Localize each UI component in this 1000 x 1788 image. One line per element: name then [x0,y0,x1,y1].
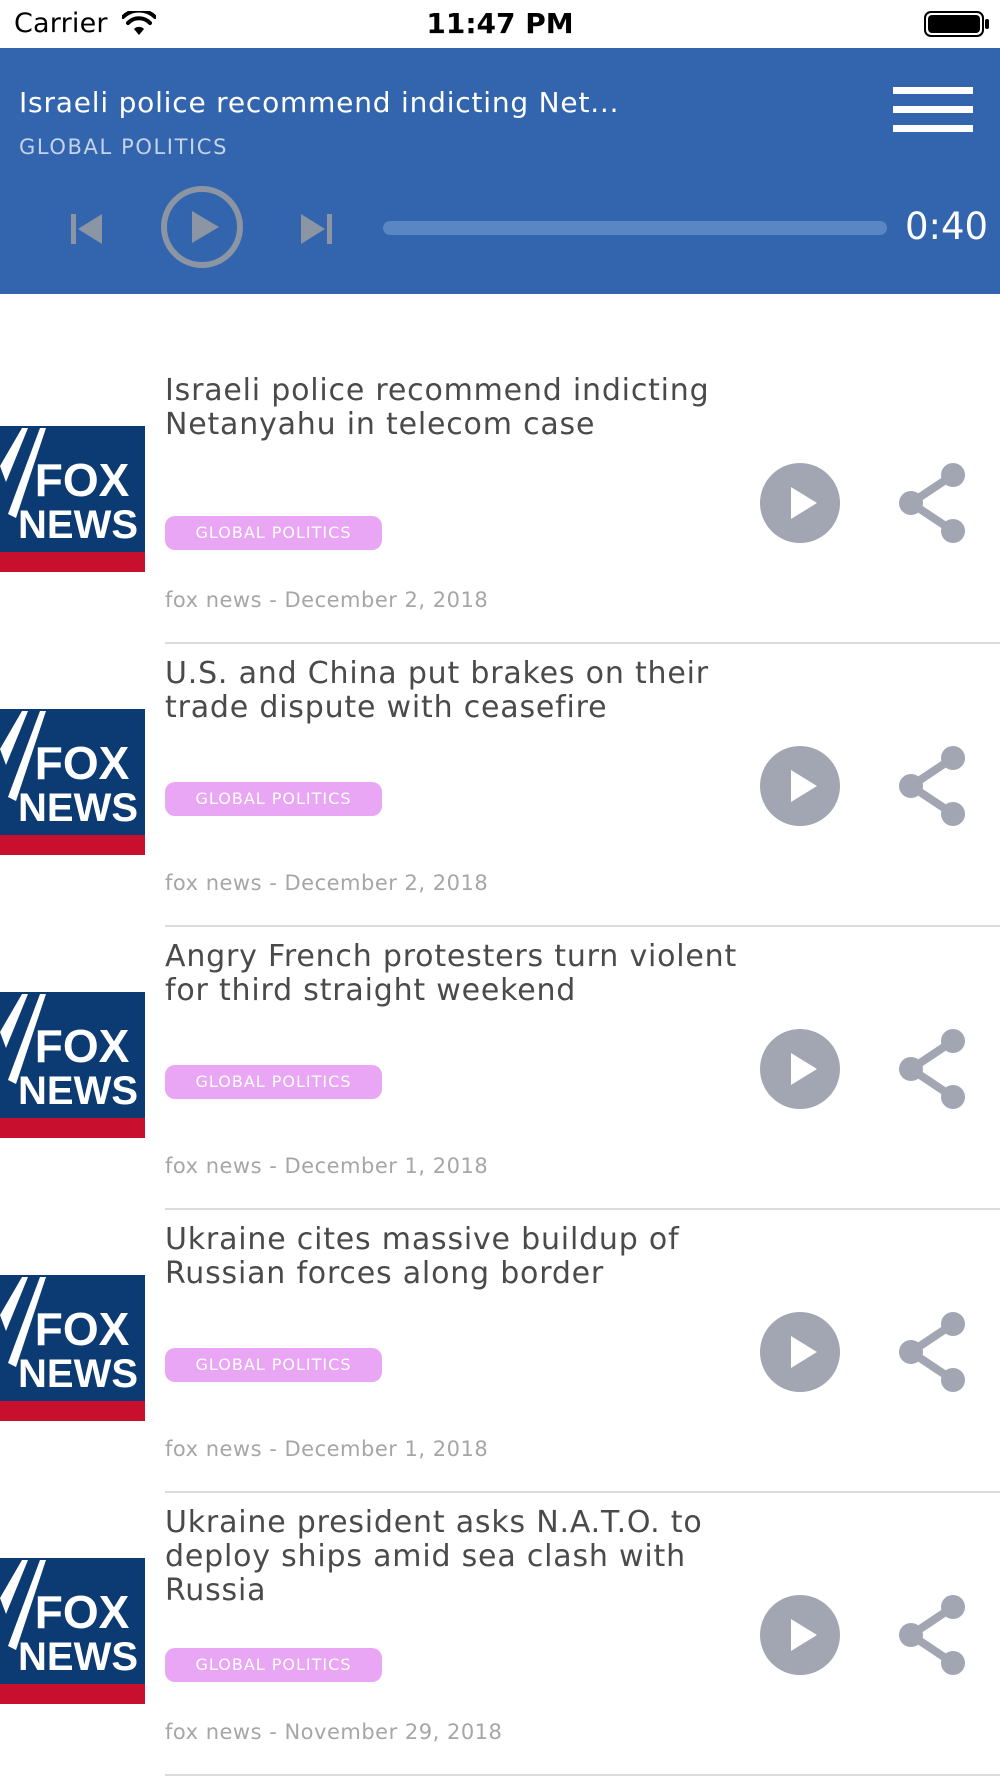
fox-news-logo: FOX NEWS [0,709,145,855]
hamburger-menu-icon[interactable] [893,87,973,135]
divider [165,642,1000,644]
divider [165,925,1000,927]
category-badge: GLOBAL POLITICS [165,516,382,550]
fox-news-logo: FOX NEWS [0,1275,145,1421]
divider [165,1774,1000,1776]
share-icon[interactable] [895,1311,971,1393]
status-time: 11:47 PM [426,7,574,40]
status-bar: Carrier 11:47 PM [0,0,1000,48]
battery-icon [924,11,989,37]
news-item[interactable]: FOX NEWS Ukraine cites massive buildup o… [0,1223,1000,1505]
news-title[interactable]: Israeli police recommend indicting Netan… [165,374,745,442]
news-title[interactable]: Ukraine cites massive buildup of Russian… [165,1223,745,1291]
share-icon[interactable] [895,462,971,544]
svg-text:NEWS: NEWS [18,1352,138,1396]
play-icon[interactable] [759,745,841,827]
share-icon[interactable] [895,1028,971,1110]
news-meta: fox news - November 29, 2018 [165,1720,503,1744]
play-icon[interactable] [759,462,841,544]
svg-text:FOX: FOX [35,1586,130,1638]
progress-slider[interactable] [383,221,887,235]
fox-news-logo: FOX NEWS [0,992,145,1138]
fox-news-logo: FOX NEWS [0,426,145,572]
fox-news-logo: FOX NEWS [0,1558,145,1704]
play-icon[interactable] [759,1028,841,1110]
svg-text:FOX: FOX [35,454,130,506]
news-title[interactable]: U.S. and China put brakes on their trade… [165,657,745,725]
now-playing-header: Israeli police recommend indicting Net..… [0,48,1000,294]
news-item[interactable]: FOX NEWS Angry French protesters turn vi… [0,940,1000,1222]
skip-next-icon[interactable] [295,208,337,250]
play-icon[interactable] [759,1311,841,1393]
news-item[interactable]: FOX NEWS Israeli police recommend indict… [0,374,1000,656]
play-icon[interactable] [759,1594,841,1676]
divider [165,1208,1000,1210]
news-meta: fox news - December 2, 2018 [165,588,489,612]
player-play-icon[interactable] [160,185,244,269]
news-meta: fox news - December 2, 2018 [165,871,489,895]
elapsed-time: 0:40 [905,205,989,248]
news-item[interactable]: FOX NEWS Ukraine president asks N.A.T.O.… [0,1506,1000,1788]
news-meta: fox news - December 1, 2018 [165,1154,489,1178]
svg-text:NEWS: NEWS [18,1635,138,1679]
news-meta: fox news - December 1, 2018 [165,1437,489,1461]
category-badge: GLOBAL POLITICS [165,1348,382,1382]
news-title[interactable]: Ukraine president asks N.A.T.O. to deplo… [165,1506,745,1608]
category-badge: GLOBAL POLITICS [165,782,382,816]
svg-text:NEWS: NEWS [18,786,138,830]
svg-text:FOX: FOX [35,737,130,789]
now-playing-title: Israeli police recommend indicting Net..… [19,86,620,119]
svg-text:NEWS: NEWS [18,1069,138,1113]
category-badge: GLOBAL POLITICS [165,1065,382,1099]
share-icon[interactable] [895,1594,971,1676]
skip-previous-icon[interactable] [66,208,108,250]
news-title[interactable]: Angry French protesters turn violent for… [165,940,745,1008]
news-item[interactable]: FOX NEWS U.S. and China put brakes on th… [0,657,1000,939]
share-icon[interactable] [895,745,971,827]
svg-text:FOX: FOX [35,1020,130,1072]
now-playing-category: GLOBAL POLITICS [19,135,229,159]
divider [165,1491,1000,1493]
svg-text:NEWS: NEWS [18,503,138,547]
category-badge: GLOBAL POLITICS [165,1648,382,1682]
svg-text:FOX: FOX [35,1303,130,1355]
